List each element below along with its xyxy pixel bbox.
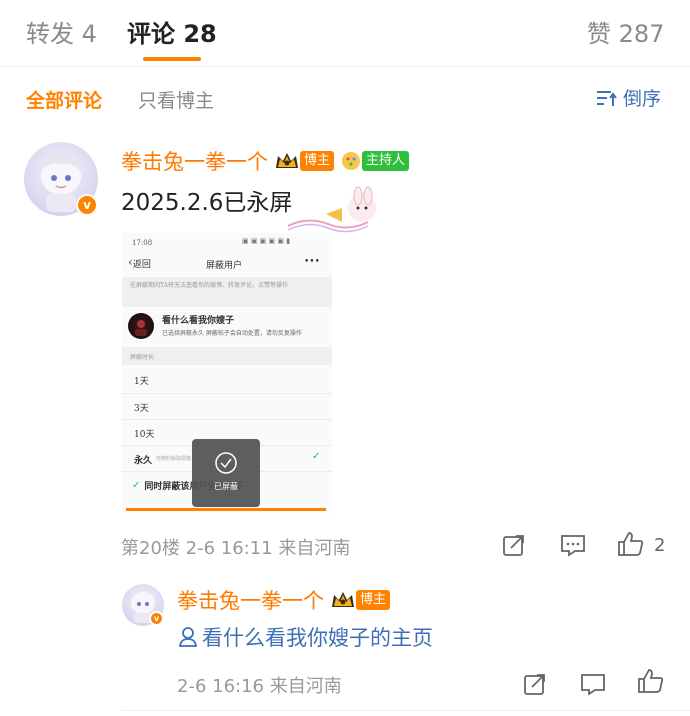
screenshot-user-name: 看什么看我你嫂子 bbox=[162, 316, 235, 326]
tab-reposts[interactable]: 转发 4 bbox=[26, 14, 97, 49]
reply-owner-tag: 博主 bbox=[356, 590, 391, 610]
screenshot-check-icon: ✓ bbox=[312, 451, 321, 462]
sort-label: 倒序 bbox=[623, 88, 662, 110]
reply-crown-icon bbox=[330, 589, 356, 611]
filter-owner-only[interactable]: 只看博主 bbox=[138, 86, 214, 113]
like-count: 2 bbox=[654, 535, 666, 556]
comment-image[interactable]: 17:08 ▣ ▣ ▣ ▣ ▣ ▮ ‹ 返回 屏蔽用户 ••• 在屏蔽期间TA将… bbox=[122, 233, 332, 513]
user-link-icon bbox=[178, 626, 198, 648]
screenshot-more: ••• bbox=[304, 257, 320, 267]
reply-comment-icon[interactable] bbox=[580, 672, 606, 696]
owner-tag: 博主 bbox=[300, 151, 335, 171]
toast-check-icon bbox=[215, 452, 237, 474]
active-tab-indicator bbox=[143, 57, 201, 61]
filter-all-comments[interactable]: 全部评论 bbox=[26, 86, 102, 113]
screenshot-section-label: 屏蔽时长 bbox=[130, 354, 155, 361]
verified-badge-icon: v bbox=[76, 194, 98, 216]
host-badge-icon bbox=[340, 150, 362, 172]
sort-desc-icon bbox=[595, 87, 617, 109]
screenshot-notice: 在屏蔽期间TA将无法查看你的微博、转发评论、点赞等操作 bbox=[130, 282, 289, 289]
reply-divider bbox=[122, 710, 690, 711]
header-divider bbox=[0, 66, 690, 67]
tab-likes[interactable]: 赞 287 bbox=[587, 14, 664, 49]
comment-text: 2025.2.6已永屏 bbox=[121, 190, 293, 216]
reply-meta: 2-6 16:16 来自河南 bbox=[177, 676, 342, 697]
screenshot-checkbox-icon: ✓ bbox=[132, 480, 141, 491]
like-icon[interactable] bbox=[617, 531, 645, 557]
share-icon[interactable] bbox=[502, 533, 526, 557]
screenshot-toast: 已屏蔽 bbox=[192, 439, 260, 507]
crown-icon bbox=[274, 150, 300, 172]
reply-like-icon[interactable] bbox=[637, 668, 665, 694]
sort-button[interactable]: 倒序 bbox=[595, 84, 661, 111]
comment-username[interactable]: 拳击兔一拳一个 bbox=[121, 146, 268, 176]
tab-comments[interactable]: 评论 28 bbox=[127, 14, 217, 49]
reply-username[interactable]: 拳击兔一拳一个 bbox=[177, 585, 324, 615]
reply-user-link[interactable]: 看什么看我你嫂子的主页 bbox=[178, 622, 433, 652]
reply-text: 看什么看我你嫂子的主页 bbox=[202, 626, 433, 650]
screenshot-user-avatar bbox=[128, 313, 154, 339]
screenshot-option-2: 3天 bbox=[134, 404, 149, 414]
vip-sticker-icon bbox=[287, 186, 388, 240]
reply-verified-badge-icon: v bbox=[149, 611, 164, 626]
screenshot-title: 屏蔽用户 bbox=[206, 261, 243, 271]
comment-icon[interactable] bbox=[560, 533, 586, 557]
reply-share-icon[interactable] bbox=[523, 672, 547, 696]
screenshot-option-1: 1天 bbox=[134, 377, 149, 387]
status-icons: ▣ ▣ ▣ ▣ ▣ ▮ bbox=[242, 237, 291, 245]
host-tag: 主持人 bbox=[362, 151, 410, 171]
screenshot-user-desc: 已选择屏蔽永久 屏蔽帖子会自动处置，请勿反复操作 bbox=[162, 330, 302, 337]
screenshot-bottom-bar bbox=[126, 508, 326, 511]
comment-meta: 第20楼 2-6 16:11 来自河南 bbox=[121, 538, 351, 559]
